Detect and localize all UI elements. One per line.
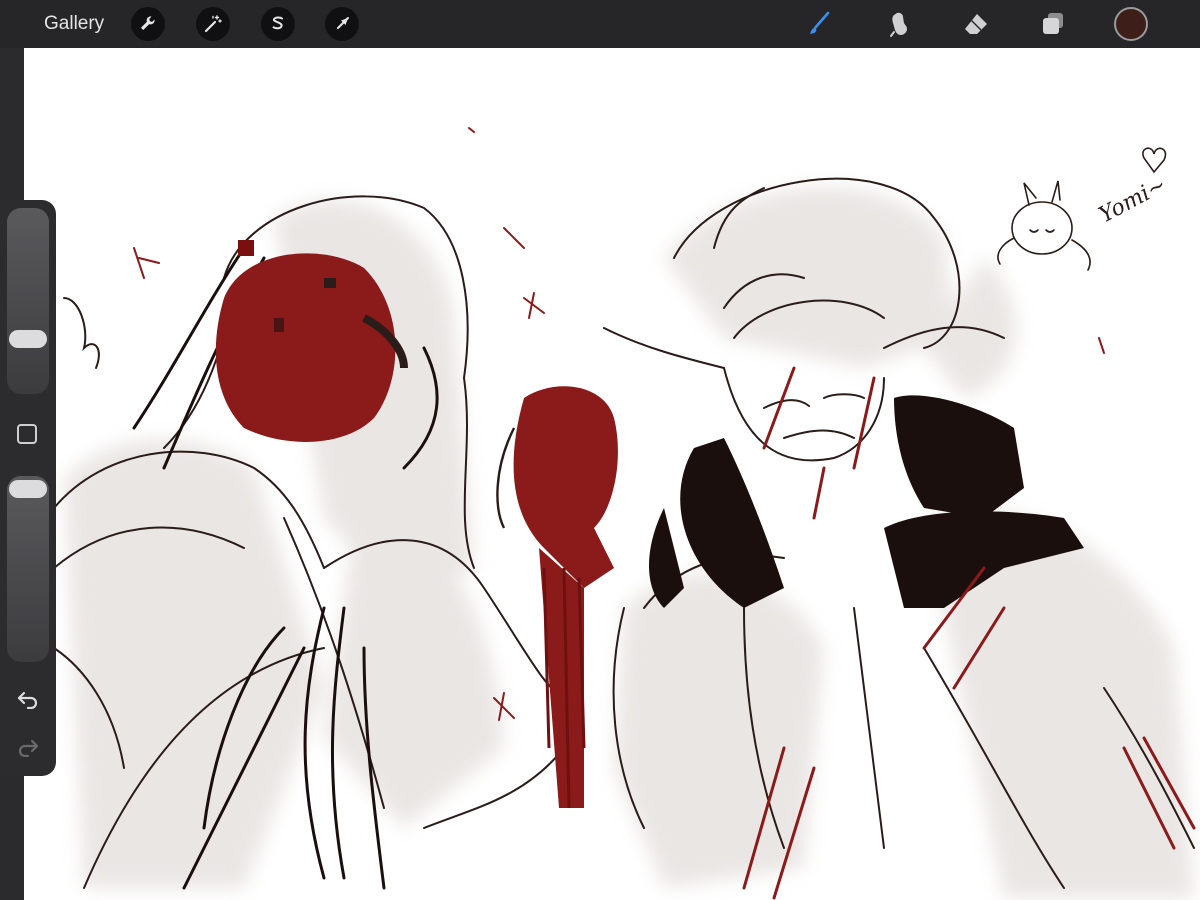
brush-size-thumb[interactable] [9,330,47,348]
adjustments-button[interactable] [196,7,230,41]
transform-arrow-icon [337,17,349,29]
gallery-button[interactable]: Gallery [44,12,104,36]
drawing-canvas[interactable]: Yomi~ [24,48,1200,900]
layers-icon [1043,13,1063,34]
opacity-thumb[interactable] [9,480,47,498]
blood-hand [496,386,618,809]
redo-icon [18,739,39,757]
layers-button[interactable] [1037,8,1069,40]
brush-tool-button[interactable] [804,8,836,40]
actions-button[interactable] [131,7,165,41]
transform-button[interactable] [325,7,359,41]
signature-text: Yomi~ [1095,172,1170,228]
smudge-icon [890,12,907,37]
undo-button[interactable] [14,688,42,710]
artwork: Yomi~ [53,127,1196,900]
opacity-slider[interactable] [7,476,49,662]
eraser-icon [965,14,987,34]
redo-button[interactable] [14,736,42,758]
selection-button[interactable] [261,7,295,41]
left-sidebar [0,200,56,776]
smudge-tool-button[interactable] [883,8,915,40]
brush-icon [810,11,830,34]
top-toolbar: Gallery [0,0,1200,48]
modify-square-icon[interactable] [17,424,37,444]
magic-wand-icon [204,15,222,33]
eraser-tool-button[interactable] [960,8,992,40]
undo-icon [17,691,38,709]
color-swatch[interactable] [1114,7,1148,41]
selection-icon [272,16,283,30]
wrench-icon [141,16,155,30]
brush-size-slider[interactable] [7,208,49,394]
